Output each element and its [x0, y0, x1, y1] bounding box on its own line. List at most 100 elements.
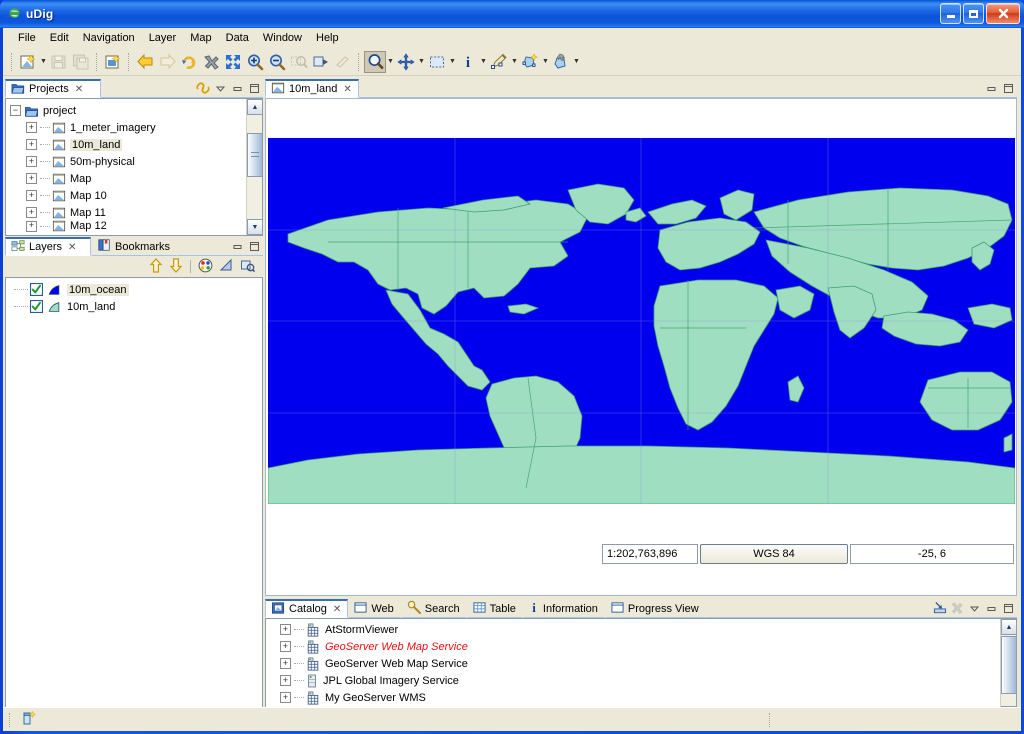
delete-tool-dropdown-icon[interactable]: ▼ — [572, 52, 581, 72]
delete-tool-icon[interactable] — [550, 51, 572, 73]
new-map-icon[interactable] — [17, 51, 39, 73]
expand-toggle-icon[interactable]: + — [280, 692, 291, 703]
link-with-editor-icon[interactable] — [196, 81, 210, 95]
tab-catalog[interactable]: Catalog ✕ — [265, 599, 348, 618]
edit-mode-icon[interactable] — [21, 710, 37, 729]
close-button[interactable] — [986, 3, 1020, 24]
tab-projects[interactable]: Projects ✕ — [5, 79, 101, 98]
crs-button[interactable]: WGS 84 — [700, 544, 848, 564]
view-menu-chevron-icon[interactable] — [967, 601, 981, 615]
new-layer-icon[interactable] — [102, 51, 124, 73]
catalog-row[interactable]: +My GeoServer WMS — [266, 689, 1000, 706]
minimize-view-icon[interactable] — [230, 81, 244, 95]
new-map-dropdown-icon[interactable]: ▼ — [39, 52, 48, 72]
zoom-previous-icon[interactable] — [332, 51, 354, 73]
close-tab-icon[interactable]: ✕ — [68, 242, 76, 253]
catalog-row[interactable]: +GeoServer Web Map Service — [266, 638, 1000, 655]
minimize-view-icon[interactable] — [984, 601, 998, 615]
menu-help[interactable]: Help — [309, 30, 346, 46]
edit-tool-icon[interactable] — [488, 51, 510, 73]
collapse-toggle-icon[interactable]: − — [10, 105, 21, 116]
close-tab-icon[interactable]: ✕ — [343, 84, 351, 95]
catalog-row[interactable]: +GeoServer Web Map Service — [266, 655, 1000, 672]
zoom-to-layer-icon[interactable] — [240, 258, 255, 276]
layer-opacity-icon[interactable] — [219, 258, 234, 276]
edit-tool-dropdown-icon[interactable]: ▼ — [510, 52, 519, 72]
projects-tree-row[interactable]: +50m-physical — [6, 153, 246, 170]
move-layer-down-icon[interactable] — [169, 258, 183, 276]
expand-toggle-icon[interactable]: + — [26, 207, 37, 218]
expand-toggle-icon[interactable]: + — [26, 156, 37, 167]
close-tab-icon[interactable]: ✕ — [333, 604, 341, 615]
tab-bookmarks[interactable]: Bookmarks — [91, 237, 177, 256]
maximize-button[interactable] — [963, 3, 984, 24]
menu-navigation[interactable]: Navigation — [76, 30, 142, 46]
menu-map[interactable]: Map — [183, 30, 218, 46]
projects-tree-row[interactable]: +Map 12 — [6, 221, 246, 231]
tab-search[interactable]: Search — [401, 599, 467, 618]
minimize-view-icon[interactable] — [230, 239, 244, 253]
layer-visibility-checkbox[interactable] — [30, 283, 43, 296]
menu-data[interactable]: Data — [219, 30, 256, 46]
tab-layers[interactable]: Layers ✕ — [5, 237, 91, 256]
expand-toggle-icon[interactable]: + — [280, 675, 291, 686]
maximize-view-icon[interactable] — [247, 239, 261, 253]
close-tab-icon[interactable]: ✕ — [75, 84, 83, 95]
menu-edit[interactable]: Edit — [43, 30, 76, 46]
tab-progress-view[interactable]: Progress View — [605, 599, 706, 618]
scroll-down-button[interactable]: ▼ — [247, 219, 263, 235]
menu-file[interactable]: File — [11, 30, 43, 46]
projects-tree-row[interactable]: +Map 10 — [6, 187, 246, 204]
zoom-extent-icon[interactable] — [222, 51, 244, 73]
expand-toggle-icon[interactable]: + — [26, 221, 37, 232]
expand-toggle-icon[interactable]: + — [280, 624, 291, 635]
projects-tree-row[interactable]: +Map — [6, 170, 246, 187]
projects-tree-scrollbar[interactable]: ▲ ▼ — [246, 99, 262, 235]
menu-window[interactable]: Window — [256, 30, 309, 46]
minimize-editor-icon[interactable] — [984, 81, 998, 95]
save-all-icon[interactable] — [70, 51, 92, 73]
projects-tree-row[interactable]: −project — [6, 102, 246, 119]
zoom-selection-icon[interactable] — [288, 51, 310, 73]
expand-toggle-icon[interactable]: + — [26, 122, 37, 133]
style-palette-icon[interactable] — [198, 258, 213, 276]
expand-toggle-icon[interactable]: + — [26, 173, 37, 184]
maximize-editor-icon[interactable] — [1001, 81, 1015, 95]
tab-table[interactable]: Table — [467, 599, 523, 618]
scroll-up-button[interactable]: ▲ — [1001, 619, 1017, 635]
expand-toggle-icon[interactable]: + — [26, 190, 37, 201]
view-menu-chevron-icon[interactable] — [213, 81, 227, 95]
scrollbar-thumb[interactable] — [1001, 636, 1017, 694]
pan-tool-icon[interactable] — [395, 51, 417, 73]
minimize-button[interactable] — [940, 3, 961, 24]
zoom-tool-icon[interactable] — [364, 51, 386, 73]
layer-visibility-checkbox[interactable] — [30, 300, 43, 313]
projects-tree-row[interactable]: +Map 11 — [6, 204, 246, 221]
maximize-view-icon[interactable] — [1001, 601, 1015, 615]
scale-field[interactable]: 1:202,763,896 — [602, 544, 698, 564]
info-tool-dropdown-icon[interactable]: ▼ — [479, 52, 488, 72]
import-catalog-icon[interactable] — [933, 601, 947, 615]
layers-list[interactable]: 10m_ocean10m_land — [5, 277, 263, 726]
map-canvas[interactable] — [268, 138, 1015, 504]
zoom-in-icon[interactable] — [244, 51, 266, 73]
layer-row[interactable]: 10m_land — [6, 298, 262, 315]
expand-toggle-icon[interactable]: + — [26, 139, 37, 150]
zoom-out-icon[interactable] — [266, 51, 288, 73]
tab-information[interactable]: i Information — [523, 599, 605, 618]
maximize-view-icon[interactable] — [247, 81, 261, 95]
forward-arrow-icon[interactable] — [156, 51, 178, 73]
scroll-up-button[interactable]: ▲ — [247, 99, 263, 115]
zoom-layer-icon[interactable] — [310, 51, 332, 73]
back-arrow-icon[interactable] — [134, 51, 156, 73]
create-tool-dropdown-icon[interactable]: ▼ — [541, 52, 550, 72]
catalog-row[interactable]: +JPL Global Imagery Service — [266, 672, 1000, 689]
refresh-icon[interactable] — [178, 51, 200, 73]
select-tool-dropdown-icon[interactable]: ▼ — [448, 52, 457, 72]
projects-tree-row[interactable]: +10m_land — [6, 136, 246, 153]
stop-icon[interactable] — [200, 51, 222, 73]
tab-web[interactable]: Web — [348, 599, 400, 618]
save-icon[interactable] — [48, 51, 70, 73]
catalog-row[interactable]: +AtStormViewer — [266, 621, 1000, 638]
zoom-tool-dropdown-icon[interactable]: ▼ — [386, 52, 395, 72]
